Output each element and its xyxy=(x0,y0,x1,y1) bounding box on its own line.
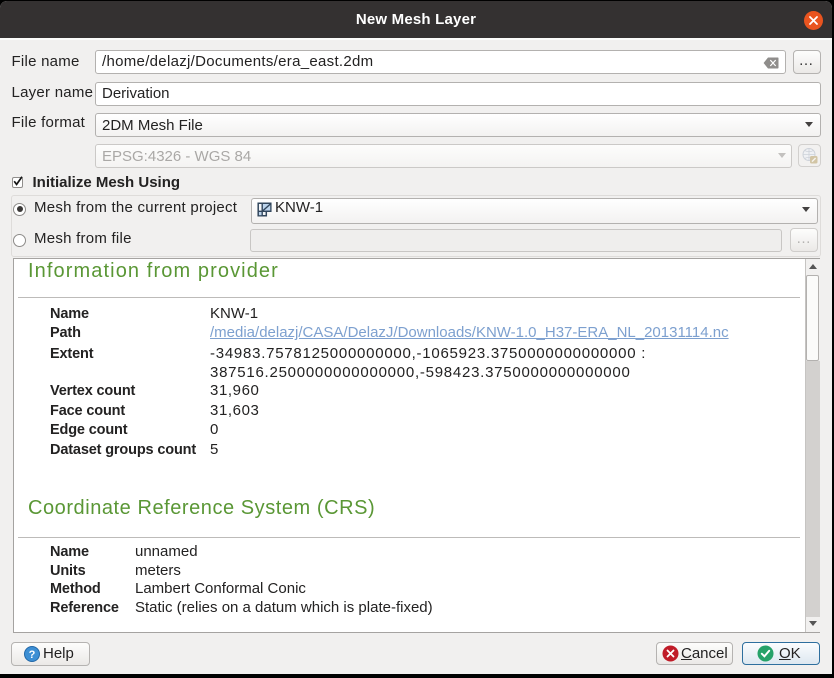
svg-text:?: ? xyxy=(29,649,36,661)
